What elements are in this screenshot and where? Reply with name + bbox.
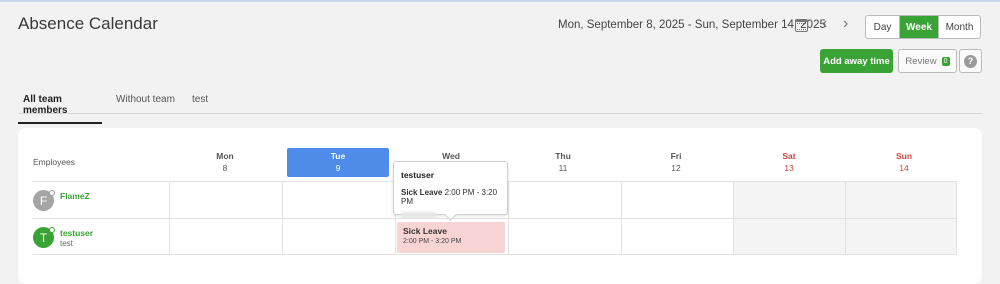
day-cell[interactable] — [733, 219, 845, 254]
help-icon: ? — [964, 54, 977, 68]
day-number: 14 — [899, 163, 909, 173]
status-dot-icon — [49, 190, 55, 196]
day-cell[interactable] — [282, 219, 395, 254]
status-dot-icon — [49, 227, 55, 233]
date-range: Mon, September 8, 2025 - Sun, September … — [558, 19, 826, 31]
day-cell[interactable] — [169, 219, 282, 254]
day-header-sun: Sun 14 — [848, 150, 960, 177]
day-cell[interactable] — [508, 219, 621, 254]
review-button[interactable]: Review 0 — [898, 49, 957, 73]
employee-team: test — [60, 239, 73, 248]
day-name: Thu — [555, 151, 571, 161]
avatar: T — [33, 227, 55, 248]
event-time: 2:00 PM - 3:20 PM — [403, 238, 462, 245]
view-week-button[interactable]: Week — [899, 16, 938, 38]
chevron-right-icon[interactable]: › — [843, 15, 848, 33]
team-tabs: All team members Without team test — [18, 94, 982, 124]
event-tooltip: testuser Sick Leave 2:00 PM - 3:20 PM — [393, 161, 508, 218]
tooltip-redacted-text — [401, 212, 437, 218]
help-button[interactable]: ? — [959, 49, 982, 73]
employees-header: Employees — [33, 157, 76, 167]
chevron-left-icon[interactable]: ‹ — [822, 15, 827, 33]
tooltip-detail: Sick Leave 2:00 PM - 3:20 PM — [401, 188, 500, 206]
calendar-icon[interactable] — [795, 19, 808, 32]
day-header-mon: Mon 8 — [169, 150, 281, 177]
tab-test[interactable]: test — [192, 94, 208, 111]
day-name: Mon — [216, 151, 234, 161]
add-away-time-button[interactable]: Add away time — [820, 49, 893, 73]
day-cell[interactable] — [733, 182, 845, 218]
day-header-fri: Fri 12 — [620, 150, 732, 177]
day-header-sat: Sat 13 — [733, 150, 845, 177]
day-cell[interactable] — [621, 219, 733, 254]
tab-all-team-members[interactable]: All team members — [18, 94, 102, 124]
page-title: Absence Calendar — [18, 14, 158, 33]
day-name: Sun — [895, 151, 913, 161]
day-number: 12 — [671, 163, 681, 173]
review-count-badge: 0 — [941, 56, 950, 66]
tooltip-user: testuser — [401, 170, 435, 180]
day-cell[interactable] — [282, 182, 395, 218]
review-label: Review — [905, 55, 937, 67]
day-number: 8 — [222, 163, 228, 173]
avatar: F — [33, 190, 55, 211]
day-header-tue: Tue 9 — [287, 148, 389, 177]
day-number: 9 — [335, 163, 341, 173]
day-header-thu: Thu 11 — [507, 150, 619, 177]
day-name: Fri — [670, 151, 682, 161]
day-cell[interactable] — [169, 182, 282, 218]
tooltip-type: Sick Leave — [401, 188, 443, 197]
day-cell[interactable] — [845, 182, 957, 218]
day-number: 11 — [558, 163, 568, 173]
absence-event[interactable]: Sick Leave 2:00 PM - 3:20 PM — [397, 222, 505, 253]
day-name: Sat — [782, 151, 796, 161]
employee-name-link[interactable]: testuser — [60, 228, 93, 238]
day-cell[interactable] — [845, 219, 957, 254]
top-border — [0, 0, 1000, 2]
table-row: T testuser test Sick Leave 2:00 PM - 3:2… — [33, 218, 957, 255]
day-name: Tue — [330, 151, 346, 161]
avatar-initial: T — [39, 230, 48, 245]
view-switcher: Day Week Month — [865, 15, 981, 39]
day-cell[interactable] — [508, 182, 621, 218]
employee-name-link[interactable]: FlameZ — [60, 191, 90, 201]
day-cell[interactable] — [621, 182, 733, 218]
event-type: Sick Leave — [403, 226, 447, 236]
tab-without-team[interactable]: Without team — [116, 94, 175, 111]
view-month-button[interactable]: Month — [938, 16, 980, 38]
avatar-initial: F — [39, 193, 48, 208]
view-day-button[interactable]: Day — [866, 16, 899, 38]
day-number: 13 — [784, 163, 794, 173]
